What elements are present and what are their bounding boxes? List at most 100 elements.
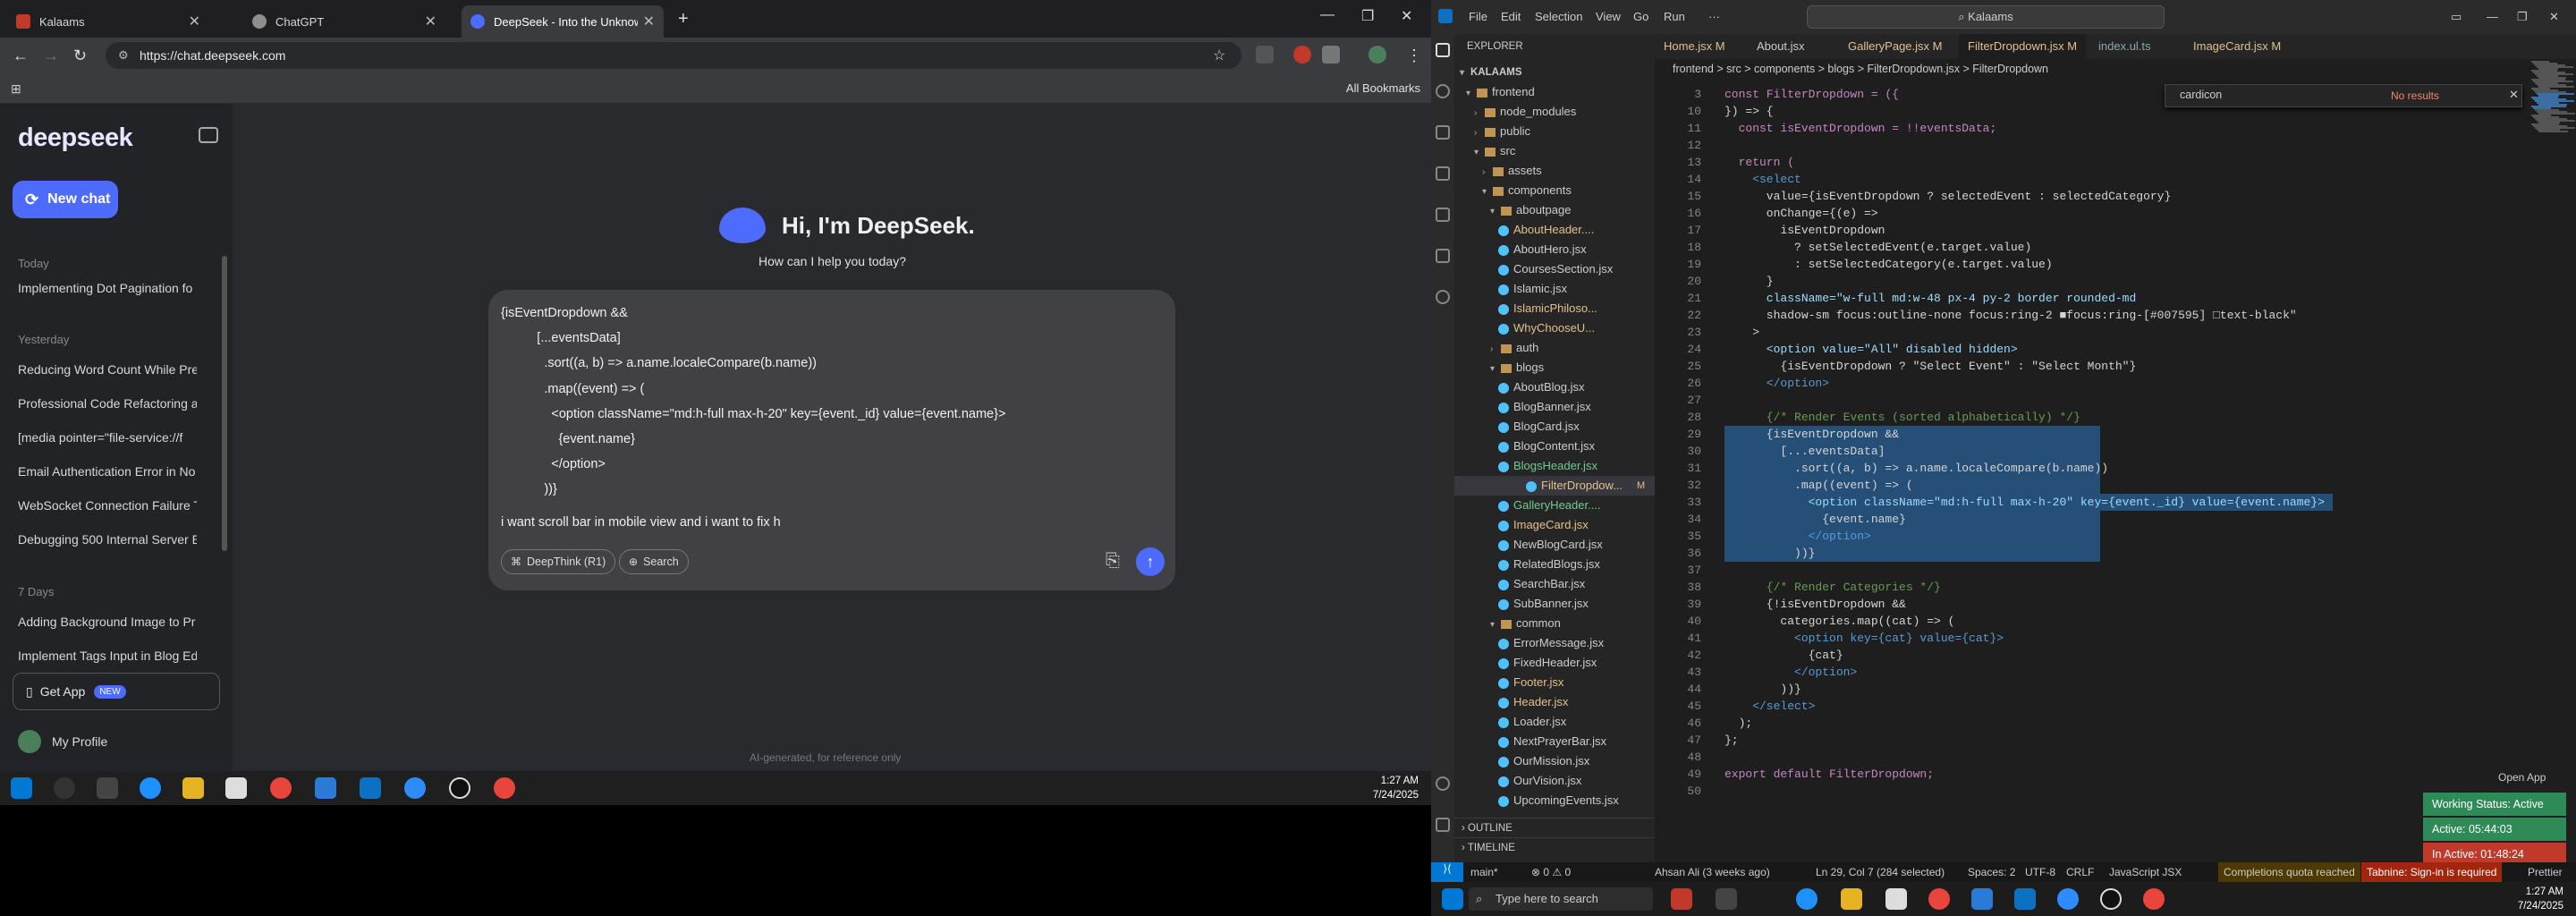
- code-line[interactable]: {isEventDropdown &&: [1724, 426, 1899, 443]
- history-item[interactable]: Email Authentication Error in No: [18, 464, 197, 479]
- code-line[interactable]: }) => {: [1724, 103, 1774, 120]
- code-line[interactable]: const FilterDropdown = ({: [1724, 86, 1899, 103]
- history-item[interactable]: WebSocket Connection Failure T: [18, 498, 197, 513]
- store-icon[interactable]: [1885, 888, 1907, 910]
- history-item[interactable]: Implementing Dot Pagination fo: [18, 281, 197, 295]
- close-window-icon[interactable]: ✕: [2549, 10, 2559, 24]
- menu-go[interactable]: Go: [1633, 10, 1648, 23]
- problems-status[interactable]: ⊗ 0 ⚠ 0: [1531, 866, 1571, 878]
- code-line[interactable]: shadow-sm focus:outline-none focus:ring-…: [1724, 307, 2297, 324]
- collapse-sidebar-icon[interactable]: [199, 127, 218, 143]
- tree-folder[interactable]: ▾ src: [1474, 141, 1515, 161]
- tab-chatgpt[interactable]: ChatGPT ✕: [243, 5, 445, 38]
- tree-file[interactable]: BlogBanner.jsx: [1498, 397, 1591, 417]
- tab-index[interactable]: index.ul.ts: [2089, 34, 2160, 59]
- tab-deepseek[interactable]: DeepSeek - Into the Unknown ✕: [462, 5, 664, 38]
- bookmark-star-icon[interactable]: ☆: [1213, 47, 1225, 64]
- prettier-status[interactable]: Prettier: [2528, 866, 2563, 878]
- tree-folder[interactable]: › auth: [1490, 338, 1538, 358]
- encoding-status[interactable]: UTF-8: [2025, 866, 2055, 878]
- tree-folder[interactable]: ▾ components: [1482, 181, 1572, 200]
- code-line[interactable]: <select: [1724, 171, 1801, 188]
- tree-file[interactable]: OurVision.jsx: [1498, 771, 1581, 791]
- search-icon[interactable]: [1436, 84, 1450, 98]
- code-line[interactable]: {cat}: [1724, 647, 1843, 664]
- history-item[interactable]: [media pointer="file-service://f: [18, 430, 197, 445]
- tree-file[interactable]: GalleryHeader....U: [1498, 496, 1601, 515]
- edge-icon[interactable]: [140, 777, 161, 799]
- app-icon[interactable]: [315, 777, 336, 799]
- send-button[interactable]: ↑: [1136, 547, 1165, 576]
- minimize-icon[interactable]: —: [1320, 7, 1335, 23]
- all-bookmarks[interactable]: All Bookmarks: [1346, 81, 1420, 95]
- code-line[interactable]: </option>: [1724, 664, 1857, 681]
- tree-folder[interactable]: › node_modules: [1474, 102, 1576, 122]
- code-line[interactable]: [...eventsData]: [1724, 443, 1885, 460]
- chrome-icon[interactable]: [2143, 888, 2165, 910]
- history-item[interactable]: Professional Code Refactoring a: [18, 396, 197, 411]
- tab-about[interactable]: About.jsx: [1748, 34, 1813, 59]
- zoom-icon[interactable]: [2057, 888, 2079, 910]
- file-explorer-icon[interactable]: [1841, 888, 1862, 910]
- code-line[interactable]: {event.name}: [1724, 511, 1906, 528]
- clock[interactable]: 1:27 AM 7/24/2025: [2518, 885, 2563, 913]
- code-line[interactable]: return (: [1724, 154, 1794, 171]
- find-input[interactable]: cardicon: [2180, 89, 2323, 101]
- tab-imagecard[interactable]: ImageCard.jsx M: [2184, 34, 2290, 59]
- task-view-icon[interactable]: [97, 777, 118, 799]
- chrome-icon[interactable]: [1928, 888, 1950, 910]
- tab-kalaams[interactable]: Kalaams ✕: [7, 5, 209, 38]
- source-control-icon[interactable]: [1436, 125, 1450, 140]
- tab-home[interactable]: Home.jsx M: [1655, 34, 1734, 59]
- code-line[interactable]: : setSelectedCategory(e.target.value): [1724, 256, 2053, 273]
- code-line[interactable]: <option key={cat} value={cat}>: [1724, 630, 2004, 647]
- tab-filterdropdown[interactable]: FilterDropdown.jsx M: [1959, 34, 2087, 59]
- tree-file[interactable]: Loader.jsx: [1498, 712, 1566, 732]
- maximize-icon[interactable]: ❐: [1361, 7, 1374, 25]
- history-item[interactable]: Debugging 500 Internal Server E: [18, 532, 197, 547]
- my-profile[interactable]: My Profile: [18, 730, 107, 753]
- code-line[interactable]: );: [1724, 715, 1753, 732]
- tree-folder[interactable]: ▾ aboutpage: [1490, 200, 1571, 220]
- tree-folder[interactable]: ▾ blogs: [1490, 358, 1544, 377]
- chrome-icon[interactable]: [494, 777, 515, 799]
- code-line[interactable]: className="w-full md:w-48 px-4 py-2 bord…: [1724, 290, 2136, 307]
- code-line[interactable]: }: [1724, 273, 1774, 290]
- code-line[interactable]: isEventDropdown: [1724, 222, 1885, 239]
- tree-file[interactable]: ImageCard.jsxM: [1498, 515, 1589, 535]
- extension-icon[interactable]: [1293, 46, 1311, 64]
- tree-file[interactable]: FixedHeader.jsx: [1498, 653, 1597, 673]
- code-line[interactable]: ))}: [1724, 681, 1801, 698]
- copilot-icon[interactable]: [1436, 290, 1450, 304]
- file-explorer-icon[interactable]: [182, 777, 204, 799]
- extensions-puzzle-icon[interactable]: [1322, 46, 1340, 64]
- tree-folder[interactable]: ▾ common: [1490, 614, 1561, 633]
- app-icon[interactable]: [2100, 888, 2122, 910]
- composer-typed-text[interactable]: i want scroll bar in mobile view and i w…: [501, 515, 781, 530]
- code-line[interactable]: categories.map((cat) => (: [1724, 613, 1954, 630]
- breadcrumb[interactable]: frontend > src > components > blogs > Fi…: [1673, 63, 2048, 75]
- code-line[interactable]: >: [1724, 324, 1759, 341]
- indent-status[interactable]: Spaces: 2: [1968, 866, 2015, 878]
- minimap[interactable]: [2531, 61, 2576, 141]
- language-status[interactable]: JavaScript JSX: [2109, 866, 2182, 878]
- close-icon[interactable]: ✕: [189, 13, 200, 30]
- remote-explorer-icon[interactable]: [1436, 249, 1450, 263]
- tree-file[interactable]: BlogCard.jsx: [1498, 417, 1580, 437]
- code-line[interactable]: .map((event) => (: [1724, 477, 1913, 494]
- tree-file[interactable]: UpcomingEvents.jsx: [1498, 791, 1619, 810]
- new-tab-icon[interactable]: +: [678, 9, 689, 30]
- explorer-icon[interactable]: [1436, 43, 1450, 57]
- zoom-icon[interactable]: [404, 777, 426, 799]
- search-icon[interactable]: [54, 777, 75, 799]
- tree-file[interactable]: WhyChooseU...M: [1498, 318, 1595, 338]
- profile-avatar-icon[interactable]: [1368, 46, 1386, 64]
- get-app-button[interactable]: ▯ Get App NEW: [13, 673, 220, 710]
- taskbar-search-input[interactable]: ⌕ Type here to search: [1469, 887, 1653, 911]
- address-bar[interactable]: ⚙ https://chat.deepseek.com: [106, 42, 1241, 69]
- code-line[interactable]: export default FilterDropdown;: [1724, 766, 1934, 783]
- extensions-icon[interactable]: [1436, 208, 1450, 222]
- site-info-icon[interactable]: ⚙: [118, 42, 129, 69]
- code-line[interactable]: {!isEventDropdown &&: [1724, 596, 1906, 613]
- vscode-icon[interactable]: [360, 777, 381, 799]
